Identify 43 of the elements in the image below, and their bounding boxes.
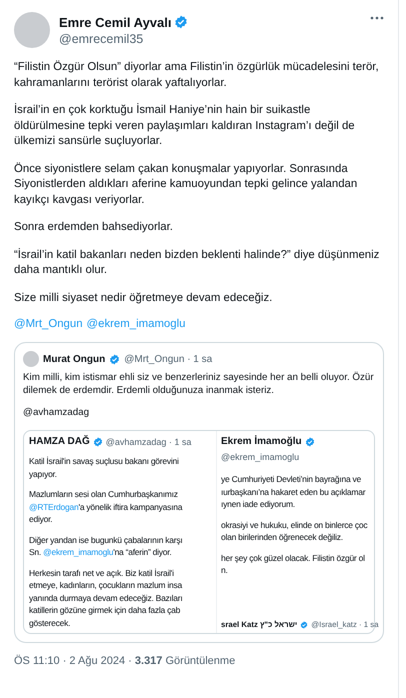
post-text-line: yanında durmaya devam edeceğiz. Bazıları [29,592,184,604]
post-text-line: Herkesin tarafı net ve açık. Biz katil İsrail'i [29,566,175,579]
tweet-paragraph: “Filistin Özgür Olsun” diyorlar ama Filistin’in özgürlük mücadelesini terör, kahramanlarını terörist olarak yaftalıyorlar. [14,60,380,90]
post-text-line: olan birilerinden öğrenecek değiliz. [221,531,344,544]
post-text-line: Diğer yandan ise bugunkü çabalarının karşı [29,534,184,546]
post-text-line: Mazlumların sesi olan Cumhurbaşkanımız [29,488,179,500]
tweet-paragraph: “İsrail’in katil bakanları neden bizden beklenti halinde?” diye düşünmeniz daha mantıklı olur. [14,248,380,278]
author-name[interactable]: Emre Cemil Ayvalı [59,14,172,30]
mention-link[interactable]: @Mrt_Ongun [14,318,83,330]
quote-paragraph: Kim milli, kim istismar ehli siz ve benzerleriniz sayesinde her an belli oluyor. Özür dilemek de erdemdir. Erdemli olduğunuza inanmak isteriz. [23,371,375,397]
quote-paragraph: @avhamzadag [23,406,90,419]
post-text-line: ıynen iade ediyorum. [221,498,296,510]
more-options-icon[interactable] [370,16,384,20]
post-text-line: ıurbaşkanı’na hakaret eden bu açıklamar [221,486,366,498]
post-text-line: @RTErdogan'a yönelik iftira kampanyasına [29,500,184,513]
post-text-line: n. [221,564,229,576]
tweet-paragraph: Sonra erdemden bahsediyorlar. [14,220,174,235]
post-text-line: ye Cumhuriyeti Devleti’nin bayrağına ve [221,473,362,486]
mention-link[interactable]: @ekrem_imamoglu [86,318,186,330]
post-text-line: ediyor. [29,513,54,526]
tweet-paragraph: İsrail’in en çok korktuğu İsmail Haniye’nin hain bir suikastle öldürülmesine tepki veren paylaşımları kaldıran Instagram’ı değil de ülkemizi sansürle suçluyorlar. [14,103,356,149]
quoted-tweet-card[interactable] [14,342,384,643]
post-text-line: her şey çok güzel olacak. Filistin özgür ol [221,552,366,564]
author-handle: @Mrt_Ongun · 1 sa [124,354,212,364]
mention-link[interactable]: @RTErdogan [29,502,78,512]
author-name: HAMZA DAĞ [29,436,90,447]
tweet-paragraph: Önce siyonistlere selam çakan konuşmalar yapıyorlar. Sonrasında Siyonistlerden aldıkları aferine kamuoyundan tepki gelince yalandan kayıkçı kavgası veriyorlar. [14,162,358,208]
author-name: Murat Ongun [43,354,106,364]
post-text-line: gösterecek. [29,616,72,629]
author-name: Ekrem İmamoğlu [221,436,302,447]
post-text-line: katillerin gözüne girmek için daha fazla çab [29,604,182,616]
post-text-line: okrasiyi ve hukuku, elinde on binlerce çoc [221,518,368,531]
post-text-line: Katil İsrail'in savaş suçlusu bakanı görevini [29,455,180,468]
mention-link[interactable]: @ekrem_imamoglu [43,547,114,557]
author-handle[interactable]: @emrecemil35 [59,32,361,46]
post-text-line: yapıyor. [29,468,58,480]
post-text-line: etmeye, kadınların, çocukların mazlum insa [29,579,184,592]
tweet-timestamp: ÖS 11:10 · 2 Ağu 2024 · 3.317 Görüntülenme [14,655,236,667]
author-handle: @ekrem_imamoglu [221,452,300,462]
author-handle: @avhamzadag · 1 sa [106,436,192,446]
tweet-paragraph: Size milli siyaset nedir öğretmeye devam edeceğiz. [14,290,274,306]
post-text-line: Sn. @ekrem_imamoglu'na “aferin” diyor. [29,546,172,558]
avatar [23,351,39,367]
